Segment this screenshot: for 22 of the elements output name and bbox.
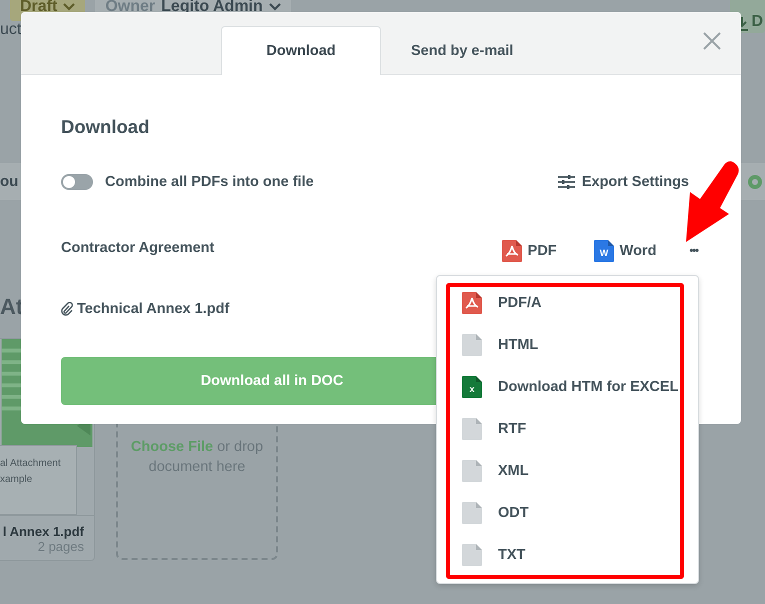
- toggle-label: Combine all PDFs into one file: [105, 174, 314, 190]
- document-name: Contractor Agreement: [61, 240, 214, 256]
- menu-item[interactable]: PDF/A: [437, 282, 698, 324]
- dialog-heading: Download: [61, 115, 150, 139]
- format-link[interactable]: W Word: [594, 240, 656, 262]
- preview-text: xample: [0, 474, 34, 486]
- tab[interactable]: Download: [221, 26, 381, 75]
- more-button[interactable]: •••: [689, 245, 698, 257]
- preview-text: al Attachment: [0, 458, 62, 470]
- band-text: ou: [0, 173, 18, 190]
- toolbar-text: uct: [0, 21, 22, 40]
- export-settings-link[interactable]: Export Settings: [558, 174, 689, 190]
- file-name: l Annex 1.pdf: [2, 524, 84, 539]
- menu-item[interactable]: ODT: [437, 492, 698, 534]
- menu-item[interactable]: RTF: [437, 408, 698, 450]
- format-link[interactable]: PDF: [502, 240, 557, 262]
- menu-item[interactable]: XML: [437, 450, 698, 492]
- tab[interactable]: Send by e-mail: [381, 26, 544, 75]
- attachment-name: Technical Annex 1.pdf: [61, 301, 230, 317]
- spreadsheet-icon: x: [462, 376, 482, 398]
- word-icon: W: [594, 240, 614, 262]
- menu-item[interactable]: TXT: [437, 534, 698, 576]
